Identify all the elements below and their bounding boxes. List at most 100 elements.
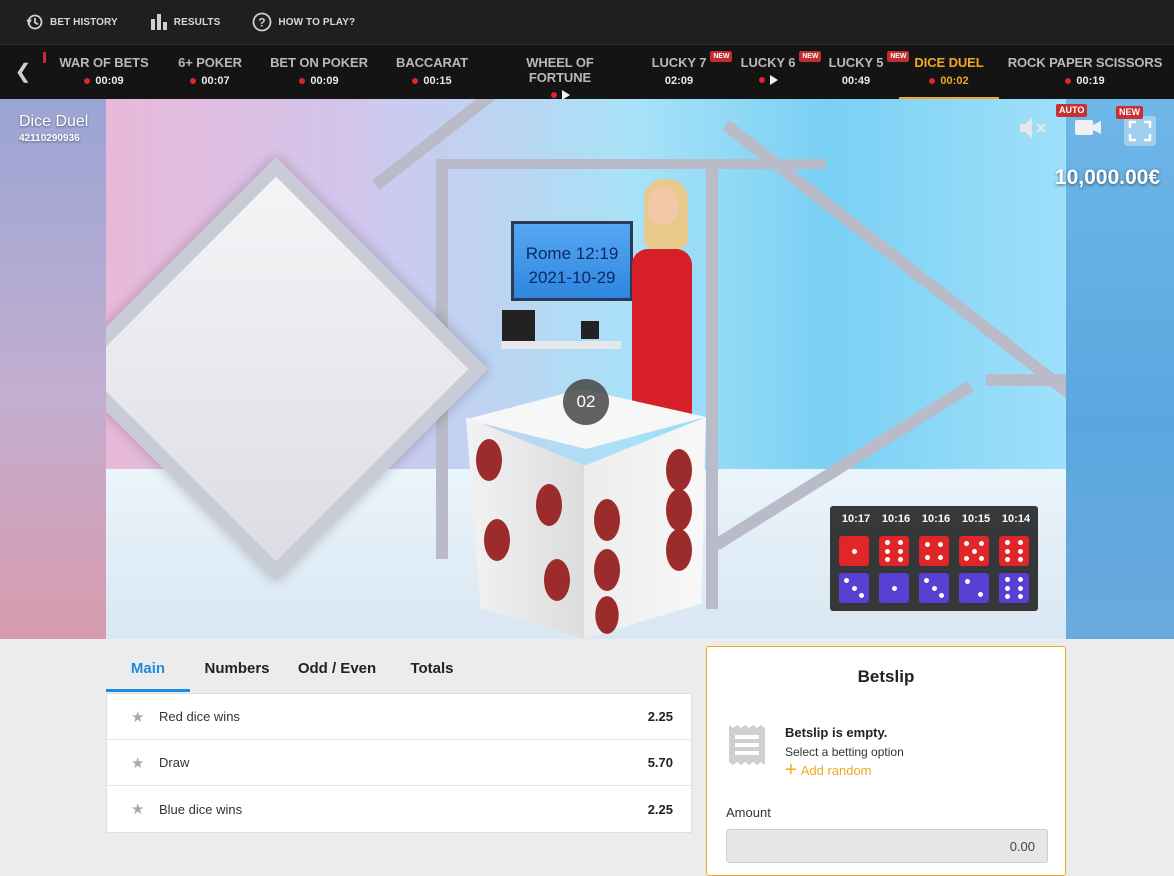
game-tab-name: BACCARAT [396, 55, 468, 70]
balance: 10,000.00€ [1054, 166, 1160, 189]
market-list: ★ Red dice wins 2.25 ★ Draw 5.70 ★ Blue dice wi… [106, 693, 692, 833]
game-tab-name: WHEEL OF FORTUNE [526, 55, 594, 85]
game-tab[interactable]: WAR OF BETS 00:09 [52, 45, 156, 100]
blue-die [919, 573, 949, 603]
how-to-play-link[interactable]: ? HOW TO PLAY? [252, 12, 355, 32]
history-icon [26, 14, 43, 30]
game-tab[interactable]: DICE DUEL 00:02 [899, 45, 999, 100]
market-row[interactable]: ★ Blue dice wins 2.25 [107, 786, 691, 832]
blue-die [999, 573, 1029, 603]
game-tab-timer: 00:09 [95, 75, 124, 87]
history-time: 10:15 [961, 513, 991, 525]
game-title: Dice Duel [19, 113, 89, 130]
studio-screen: Rome 12:19 2021-10-29 [511, 221, 633, 301]
add-random-button[interactable]: + Add random [785, 759, 872, 781]
game-tab-time: 00:09 [268, 75, 370, 87]
live-dot [84, 78, 91, 84]
bet-history-label: BET HISTORY [50, 16, 118, 28]
live-dot [758, 77, 765, 83]
market-label: Draw [159, 755, 190, 770]
speaker-mute-icon[interactable] [1018, 116, 1048, 140]
game-tab[interactable]: LUCKY 7 NEW 02:09 [640, 45, 733, 100]
game-tab-name: DICE DUEL [914, 55, 984, 70]
game-tab[interactable]: 6+ POKER 00:07 [166, 45, 254, 100]
game-tab[interactable]: LUCKY 5 NEW 00:49 [816, 45, 910, 100]
red-die [919, 536, 949, 566]
live-dot [190, 78, 197, 84]
blue-die [839, 573, 869, 603]
game-tab-name: BET ON POKER [270, 55, 368, 70]
play-icon [769, 75, 778, 85]
market-tab[interactable]: Odd / Even [284, 645, 390, 693]
market-label: Blue dice wins [159, 801, 243, 817]
game-tab-time: 00:15 [384, 75, 480, 87]
results-link[interactable]: RESULTS [150, 13, 221, 31]
amount-input[interactable] [726, 829, 1048, 863]
market-row[interactable]: ★ Draw 5.70 [107, 740, 691, 786]
game-tab[interactable]: BET ON POKER 00:09 [268, 45, 370, 100]
live-dot [929, 78, 936, 84]
game-tab[interactable]: ROCK PAPER SCISSORS 00:19 [1005, 45, 1165, 100]
market-odds[interactable]: 5.70 [648, 755, 673, 770]
live-dot [550, 92, 557, 98]
game-tab-timer: 00:15 [423, 75, 452, 87]
market-label: Red dice wins [159, 709, 240, 724]
game-tab-time: 00:09 [52, 75, 156, 87]
bet-history-link[interactable]: BET HISTORY [26, 13, 118, 31]
red-die [839, 536, 869, 566]
game-tab-timer: 00:07 [201, 75, 230, 87]
top-nav: BET HISTORY RESULTS ? HOW TO PLAY? [0, 0, 1174, 44]
markets-section: Main Numbers Odd / Even Totals ★ Red dice wi… [106, 645, 692, 835]
red-die [879, 536, 909, 566]
market-tab[interactable]: Totals [390, 645, 474, 693]
game-tab-name: LUCKY 6 NEW [741, 51, 822, 70]
game-tab-name: LUCKY 7 NEW [652, 51, 733, 70]
video-side-left [0, 99, 106, 639]
camera-icon[interactable] [1074, 116, 1102, 138]
market-odds[interactable]: 2.25 [648, 709, 673, 724]
blue-die [879, 573, 909, 603]
game-tab-timer: 00:19 [1076, 75, 1105, 87]
dice-cube [466, 389, 706, 639]
screen-line1: Rome 12:19 [525, 244, 619, 263]
svg-text:?: ? [259, 16, 266, 30]
fullscreen-icon[interactable] [1122, 114, 1158, 148]
results-history-panel: 10:17 10:16 10:16 10:15 10:14 [830, 506, 1038, 611]
game-tab-timer: 00:09 [310, 75, 339, 87]
game-tab[interactable]: LUCKY 6 NEW [730, 45, 822, 100]
market-tab[interactable]: Main [106, 645, 190, 693]
history-time: 10:17 [841, 513, 871, 525]
market-row[interactable]: ★ Red dice wins 2.25 [107, 694, 691, 740]
market-tab[interactable]: Numbers [190, 645, 284, 693]
live-dot [299, 78, 306, 84]
star-icon[interactable]: ★ [131, 754, 159, 772]
live-indicator [43, 52, 46, 63]
history-time: 10:14 [1001, 513, 1031, 525]
betslip-title: Betslip [857, 667, 915, 686]
betslip-empty-text: Betslip is empty. [785, 725, 888, 740]
betslip-panel: Betslip Betslip is empty. Select a betti… [706, 646, 1066, 876]
game-tab-time: 00:19 [1005, 75, 1165, 87]
game-tab[interactable]: BACCARAT 00:15 [384, 45, 480, 100]
countdown-timer: 02 [563, 379, 609, 425]
amount-label: Amount [726, 805, 771, 820]
red-die [959, 536, 989, 566]
red-die [999, 536, 1029, 566]
game-tab[interactable]: WHEEL OF FORTUNE [494, 45, 626, 100]
star-icon[interactable]: ★ [131, 800, 159, 818]
history-time: 10:16 [921, 513, 951, 525]
history-time: 10:16 [881, 513, 911, 525]
game-tab-timer: 00:49 [841, 75, 871, 87]
plus-icon: + [785, 759, 797, 781]
game-tab-name: 6+ POKER [178, 55, 242, 70]
live-dot [1065, 78, 1072, 84]
game-tab-time: 00:02 [899, 75, 999, 87]
chevron-left-icon[interactable]: ❮ [12, 59, 34, 85]
betslip-subtext: Select a betting option [785, 745, 904, 759]
star-icon[interactable]: ★ [131, 708, 159, 726]
market-odds[interactable]: 2.25 [648, 802, 673, 817]
receipt-icon [729, 725, 765, 765]
how-to-play-label: HOW TO PLAY? [278, 16, 356, 28]
game-tab-name: ROCK PAPER SCISSORS [1007, 55, 1163, 70]
add-random-label: Add random [800, 762, 872, 778]
